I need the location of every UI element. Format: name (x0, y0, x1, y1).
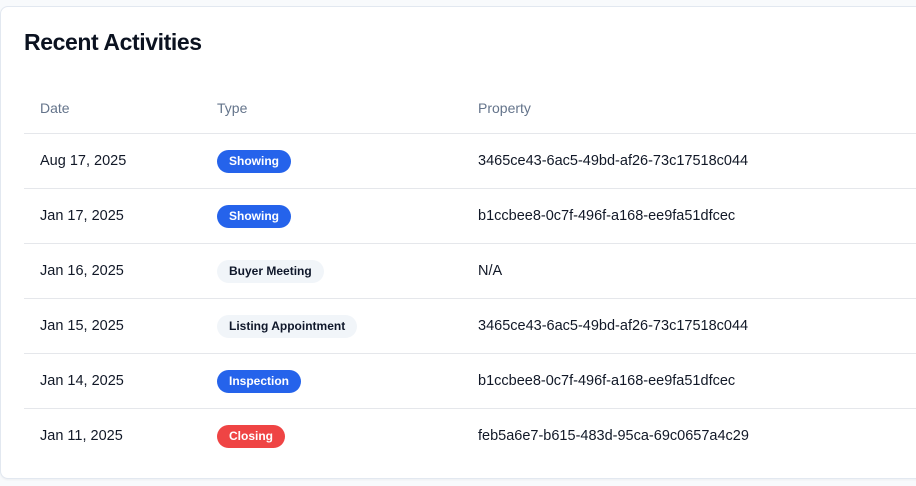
column-header-date: Date (24, 82, 201, 134)
activity-type-cell: Closing (201, 409, 462, 464)
activity-date: Jan 15, 2025 (24, 298, 201, 354)
activity-property: feb5a6e7-b615-483d-95ca-69c0657a4c29 (478, 428, 749, 444)
column-header-type: Type (201, 82, 462, 134)
activity-type-badge: Buyer Meeting (217, 259, 324, 283)
table-row[interactable]: Aug 17, 2025 Showing 3465ce43-6ac5-49bd-… (24, 133, 916, 189)
activity-date: Jan 14, 2025 (24, 353, 201, 409)
activities-table: Date Type Property Aug 17, 2025 Showing … (24, 82, 916, 463)
table-row[interactable]: Jan 14, 2025 Inspection b1ccbee8-0c7f-49… (24, 353, 916, 409)
table-row[interactable]: Jan 11, 2025 Closing feb5a6e7-b615-483d-… (24, 409, 916, 464)
activity-type-badge: Showing (217, 204, 291, 228)
activity-date: Jan 17, 2025 (24, 188, 201, 244)
recent-activities-card: Recent Activities Date Type Property Aug… (0, 6, 916, 479)
table-row[interactable]: Jan 16, 2025 Buyer Meeting N/A (24, 243, 916, 299)
activity-type-cell: Listing Appointment (201, 298, 462, 354)
activity-type-cell: Showing (201, 133, 462, 189)
activity-date: Aug 17, 2025 (24, 133, 201, 189)
card-title: Recent Activities (24, 29, 202, 55)
table-row[interactable]: Jan 17, 2025 Showing b1ccbee8-0c7f-496f-… (24, 188, 916, 244)
activity-type-badge: Listing Appointment (217, 314, 358, 338)
activity-type-cell: Buyer Meeting (201, 243, 462, 299)
activity-type-badge: Inspection (217, 369, 302, 393)
table-row[interactable]: Jan 15, 2025 Listing Appointment 3465ce4… (24, 298, 916, 354)
column-header-property: Property (462, 82, 916, 134)
activity-type-cell: Showing (201, 188, 462, 244)
activity-property: b1ccbee8-0c7f-496f-a168-ee9fa51dfcec (462, 353, 916, 409)
activity-date: Jan 11, 2025 (40, 428, 123, 444)
activity-property: b1ccbee8-0c7f-496f-a168-ee9fa51dfcec (462, 188, 916, 244)
activity-type-cell: Inspection (201, 353, 462, 409)
activity-property: 3465ce43-6ac5-49bd-af26-73c17518c044 (462, 133, 916, 189)
activity-type-badge: Showing (217, 149, 291, 173)
activity-property: 3465ce43-6ac5-49bd-af26-73c17518c044 (462, 298, 916, 354)
activity-type-badge: Closing (217, 424, 285, 448)
table-header-row: Date Type Property (24, 82, 916, 134)
activity-date: Jan 16, 2025 (24, 243, 201, 299)
activity-property: N/A (462, 243, 916, 299)
